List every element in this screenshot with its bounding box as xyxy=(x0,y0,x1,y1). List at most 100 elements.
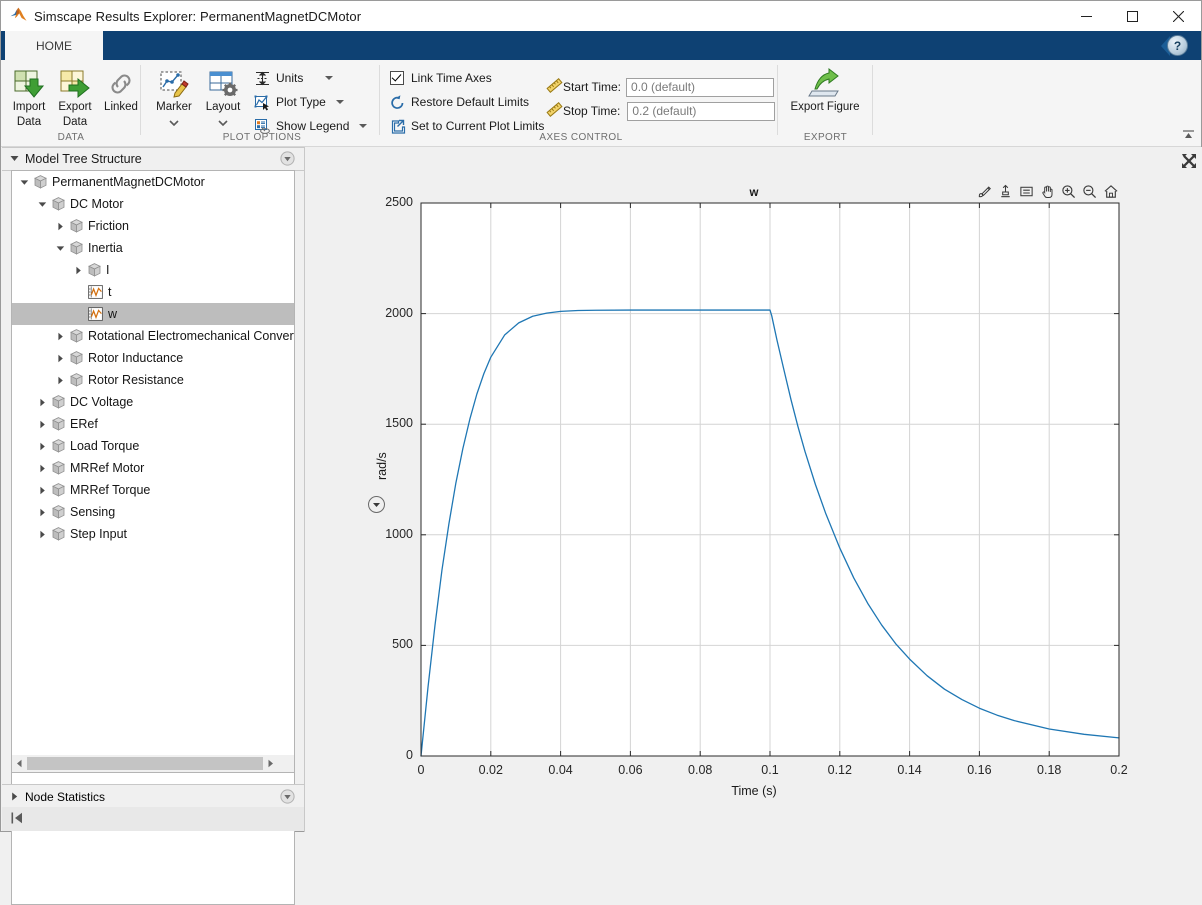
status-bar xyxy=(2,807,304,831)
twisty-collapsed-icon[interactable] xyxy=(36,418,48,430)
cube-icon xyxy=(69,373,83,387)
link-time-axes-option[interactable]: Link Time Axes xyxy=(387,66,537,90)
twisty-none-icon xyxy=(72,286,84,298)
y-tick-label: 0 xyxy=(355,748,413,762)
tree-item-eref[interactable]: ERef xyxy=(12,413,294,435)
tree-item-label: MRRef Motor xyxy=(70,461,144,475)
show-legend-label: Show Legend xyxy=(276,119,349,133)
tree-item-friction[interactable]: Friction xyxy=(12,215,294,237)
x-tick-label: 0.02 xyxy=(461,763,521,777)
tree-item-rotor-inductance[interactable]: Rotor Inductance xyxy=(12,347,294,369)
twisty-collapsed-icon[interactable] xyxy=(10,790,19,804)
tree-item-label: ERef xyxy=(70,417,98,431)
twisty-collapsed-icon[interactable] xyxy=(54,220,66,232)
stop-time-input[interactable]: 0.2 (default) xyxy=(627,102,775,121)
title-bar: Simscape Results Explorer: PermanentMagn… xyxy=(1,1,1201,31)
panel-title: Model Tree Structure xyxy=(25,152,142,166)
close-button[interactable] xyxy=(1155,1,1201,31)
plot-type-menu[interactable]: Plot Type xyxy=(252,90,372,114)
tree-item-t[interactable]: t xyxy=(12,281,294,303)
help-button[interactable]: ? xyxy=(1151,35,1191,56)
marker-button[interactable]: Marker xyxy=(150,65,198,129)
tree-item-label: Rotational Electromechanical Converter xyxy=(88,329,295,343)
tree-item-dc-voltage[interactable]: DC Voltage xyxy=(12,391,294,413)
twisty-expanded-icon[interactable] xyxy=(36,198,48,210)
tree-item-i[interactable]: I xyxy=(12,259,294,281)
cube-icon xyxy=(51,197,65,211)
node-statistics-header[interactable]: Node Statistics xyxy=(2,784,304,809)
scroll-left-icon[interactable] xyxy=(12,757,27,771)
export-data-button[interactable]: Export Data xyxy=(51,65,99,129)
maximize-button[interactable] xyxy=(1109,1,1155,31)
options-dropdown-icon[interactable] xyxy=(280,151,295,169)
start-time-label: Start Time: xyxy=(563,80,621,94)
stop-time-label: Stop Time: xyxy=(563,104,620,118)
layout-caret-icon xyxy=(199,115,247,129)
tree-item-label: DC Motor xyxy=(70,197,123,211)
plot-canvas[interactable] xyxy=(305,147,1202,832)
twisty-collapsed-icon[interactable] xyxy=(36,396,48,408)
twisty-collapsed-icon[interactable] xyxy=(36,528,48,540)
twisty-expanded-icon[interactable] xyxy=(10,152,19,166)
layout-button[interactable]: Layout xyxy=(199,65,247,129)
twisty-collapsed-icon[interactable] xyxy=(72,264,84,276)
tree-item-mrref-torque[interactable]: MRRef Torque xyxy=(12,479,294,501)
tree-item-rotor-resistance[interactable]: Rotor Resistance xyxy=(12,369,294,391)
import-data-button[interactable]: Import Data xyxy=(5,65,53,129)
twisty-collapsed-icon[interactable] xyxy=(36,506,48,518)
link-icon xyxy=(97,65,145,99)
linked-button[interactable]: Linked xyxy=(97,65,145,114)
y-tick-label: 1000 xyxy=(355,527,413,541)
marker-caret-icon xyxy=(150,115,198,129)
x-tick-label: 0 xyxy=(391,763,451,777)
export-data-icon xyxy=(51,65,99,99)
plot-pane: w xyxy=(304,147,1202,832)
cube-icon xyxy=(69,219,83,233)
ribbon-group-axes-control: Link Time Axes Restore Default Limits xyxy=(381,60,778,146)
tab-home[interactable]: HOME xyxy=(5,31,103,60)
collapse-ribbon-button[interactable] xyxy=(1181,128,1195,142)
twisty-expanded-icon[interactable] xyxy=(54,242,66,254)
tree-item-sensing[interactable]: Sensing xyxy=(12,501,294,523)
tree-item-dc-motor[interactable]: DC Motor xyxy=(12,193,294,215)
checkbox-checked-icon xyxy=(387,71,407,85)
minimize-button[interactable] xyxy=(1063,1,1109,31)
cube-icon xyxy=(51,461,65,475)
cube-icon xyxy=(87,263,101,277)
export-figure-button[interactable]: Export Figure xyxy=(782,65,868,114)
marker-label: Marker xyxy=(150,101,198,114)
twisty-collapsed-icon[interactable] xyxy=(36,484,48,496)
group-label-data: DATA xyxy=(1,132,141,143)
x-tick-label: 0.14 xyxy=(880,763,940,777)
tree-item-w[interactable]: w xyxy=(12,303,294,325)
scroll-right-icon[interactable] xyxy=(263,757,278,771)
tree-item-step-input[interactable]: Step Input xyxy=(12,523,294,545)
tree-item-label: w xyxy=(108,307,117,321)
cube-icon xyxy=(51,395,65,409)
twisty-collapsed-icon[interactable] xyxy=(54,374,66,386)
tree-item-load-torque[interactable]: Load Torque xyxy=(12,435,294,457)
x-tick-label: 0.18 xyxy=(1019,763,1079,777)
options-dropdown-icon[interactable] xyxy=(280,789,295,807)
twisty-collapsed-icon[interactable] xyxy=(36,462,48,474)
twisty-collapsed-icon[interactable] xyxy=(54,352,66,364)
tree-item-permanentmagnetdcmotor[interactable]: PermanentMagnetDCMotor xyxy=(12,171,294,193)
tree-item-inertia[interactable]: Inertia xyxy=(12,237,294,259)
start-time-row: Start Time: 0.0 (default) xyxy=(546,77,774,97)
collapse-panel-icon[interactable] xyxy=(11,812,24,827)
tree-item-mrref-motor[interactable]: MRRef Motor xyxy=(12,457,294,479)
tree-item-rotational-electromechanical-converter[interactable]: Rotational Electromechanical Converter xyxy=(12,325,294,347)
cube-icon xyxy=(51,439,65,453)
twisty-collapsed-icon[interactable] xyxy=(36,440,48,452)
restore-default-limits-option[interactable]: Restore Default Limits xyxy=(387,90,537,114)
scroll-thumb[interactable] xyxy=(27,757,263,770)
ruler-icon xyxy=(546,77,563,97)
tree-horizontal-scrollbar[interactable] xyxy=(11,755,295,773)
units-menu[interactable]: Units xyxy=(252,66,372,90)
start-time-input[interactable]: 0.0 (default) xyxy=(626,78,774,97)
tree-item-label: Inertia xyxy=(88,241,123,255)
twisty-expanded-icon[interactable] xyxy=(18,176,30,188)
tree-item-label: Sensing xyxy=(70,505,115,519)
x-tick-label: 0.1 xyxy=(740,763,800,777)
twisty-collapsed-icon[interactable] xyxy=(54,330,66,342)
